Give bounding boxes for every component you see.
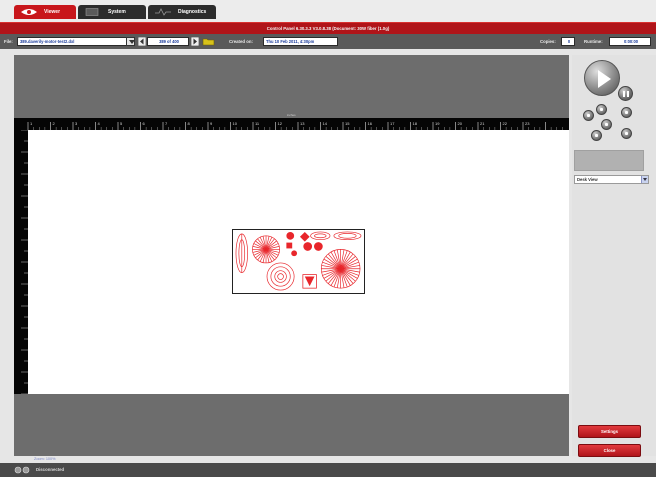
play-button[interactable]	[584, 60, 620, 96]
ruler-tick-label: 8	[188, 121, 191, 126]
ruler-tick-label: 5	[120, 121, 123, 126]
created-label: Created on:	[229, 39, 253, 44]
ruler-tick-label: 2	[53, 121, 56, 126]
status-display	[574, 150, 644, 171]
ruler-tick-label: 19	[435, 121, 440, 126]
disconnected-icon	[14, 466, 30, 474]
ruler-tick-label: 12	[278, 121, 283, 126]
tab-diagnostics[interactable]: Diagnostics	[148, 5, 216, 19]
ruler-tick-label: 6	[143, 121, 146, 126]
created-field: Thu 10 Feb 2011, 4:30pm	[263, 37, 338, 46]
focus-up-button[interactable]	[621, 107, 632, 118]
left-ruler	[14, 130, 28, 394]
view-select-value: Desk View	[577, 177, 598, 182]
folder-icon[interactable]	[202, 37, 215, 46]
ruler-tick-label: 17	[390, 121, 395, 126]
pause-button[interactable]	[618, 86, 633, 101]
previous-arrow-icon[interactable]	[138, 37, 146, 46]
ruler-tick-label: 18	[413, 121, 418, 126]
ruler-tick-label: 23	[525, 121, 530, 126]
copies-field[interactable]: 0	[561, 37, 575, 46]
job-design-thumbnail[interactable]	[232, 229, 365, 294]
tab-viewer[interactable]: Viewer	[14, 5, 76, 19]
jog-up-button[interactable]	[596, 104, 607, 115]
window-title: Control Panel 6.30.3.3 V3.0.8.38 (Docume…	[266, 26, 390, 31]
chevron-down-icon[interactable]	[641, 176, 648, 183]
ruler-tick-label: 7	[165, 121, 168, 126]
settings-button[interactable]: Settings	[578, 425, 641, 438]
ruler-unit-label: inches	[287, 113, 296, 117]
ruler-tick-label: 4	[98, 121, 101, 126]
ruler-tick-label: 1	[30, 121, 33, 126]
view-select[interactable]: Desk View	[574, 175, 649, 184]
tab-system[interactable]: System	[78, 5, 146, 19]
tab-viewer-label: Viewer	[44, 9, 61, 15]
runtime-field: 0:00:00	[609, 37, 651, 46]
ruler-tick-label: 3	[75, 121, 78, 126]
tab-diagnostics-label: Diagnostics	[178, 9, 207, 15]
computer-icon	[85, 8, 99, 16]
ruler-tick-label: 9	[210, 121, 213, 126]
close-button[interactable]: Close	[578, 444, 641, 457]
next-arrow-icon[interactable]	[191, 37, 199, 46]
file-label: File:	[4, 39, 13, 44]
runtime-label: Runtime:	[584, 39, 603, 44]
zoom-label[interactable]: Zoom: 100%	[34, 457, 56, 461]
ruler-tick-label: 11	[255, 121, 260, 126]
title-bar: Control Panel 6.30.3.3 V3.0.8.38 (Docume…	[0, 22, 656, 34]
ruler-tick-label: 20	[458, 121, 463, 126]
ruler-tick-label: 14	[323, 121, 328, 126]
eye-icon	[21, 9, 37, 15]
ruler-tick-label: 13	[300, 121, 305, 126]
app-window: Viewer System Diagnostics Control Panel …	[0, 0, 656, 477]
ruler-tick-label: 16	[368, 121, 373, 126]
jog-down-button[interactable]	[591, 130, 602, 141]
info-bar: File: 389.daverily-motor-test2.dxl 389 o…	[0, 34, 656, 49]
jog-right-button[interactable]	[601, 119, 612, 130]
jog-left-button[interactable]	[583, 110, 594, 121]
ruler-tick-label: 22	[503, 121, 508, 126]
file-dropdown-button[interactable]	[126, 37, 135, 46]
ruler-tick-label: 21	[480, 121, 485, 126]
tab-system-label: System	[108, 9, 126, 15]
page-counter-field[interactable]: 389 of 400	[147, 37, 189, 46]
file-select[interactable]: 389.daverily-motor-test2.dxl	[17, 37, 127, 46]
focus-down-button[interactable]	[621, 128, 632, 139]
status-bar: Disconnected	[0, 463, 656, 477]
tab-bar: Viewer System Diagnostics	[0, 0, 656, 22]
top-ruler: 1 2 3 4 5 6 7 8 9 10 11 12 13 14 15 16 17 18 19 20 21 22 23	[14, 118, 569, 130]
copies-label: Copies:	[540, 39, 556, 44]
diagnostics-icon	[155, 8, 171, 16]
ruler-tick-label: 10	[233, 121, 238, 126]
connection-status: Disconnected	[36, 467, 65, 472]
ruler-tick-label: 15	[345, 121, 350, 126]
